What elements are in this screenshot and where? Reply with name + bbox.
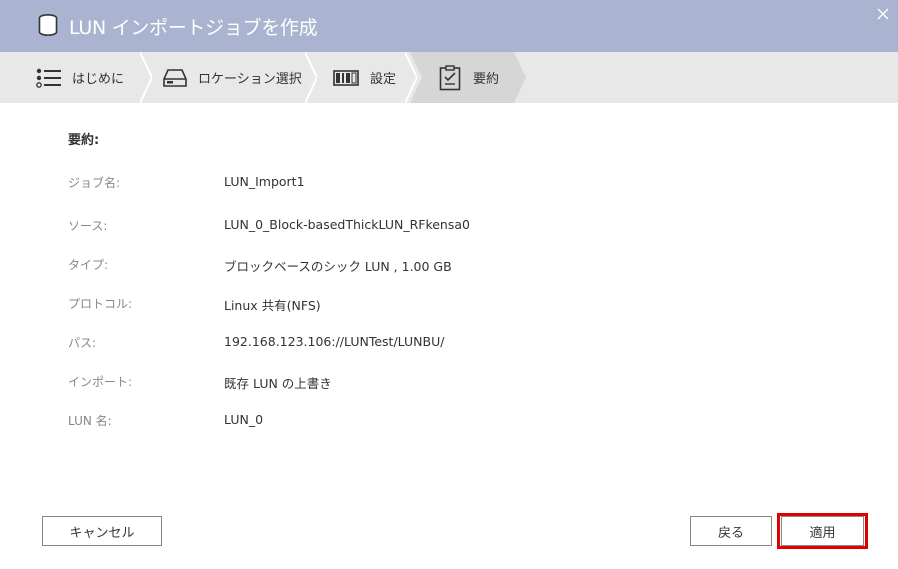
step-settings[interactable]: 設定 — [333, 52, 396, 103]
step-separator — [305, 52, 317, 103]
source-label: ソース: — [68, 219, 108, 233]
step-label: ロケーション選択 — [198, 72, 302, 87]
source-value: LUN_0_Block-basedThickLUN_RFkensa0 — [224, 217, 470, 232]
settings-icon — [333, 69, 359, 86]
database-icon — [38, 14, 58, 36]
back-button[interactable]: 戻る — [690, 516, 772, 546]
step-introduction[interactable]: はじめに — [36, 52, 124, 103]
step-label: はじめに — [72, 72, 125, 87]
path-value: 192.168.123.106://LUNTest/LUNBU/ — [224, 334, 445, 349]
protocol-label: プロトコル: — [68, 297, 133, 311]
step-label: 設定 — [370, 72, 397, 87]
cancel-button[interactable]: キャンセル — [42, 516, 162, 546]
step-separator — [405, 52, 417, 103]
list-icon — [36, 68, 61, 88]
clipboard-icon — [439, 64, 461, 90]
import-value: 既存 LUN の上書き — [224, 376, 332, 391]
step-location[interactable]: ロケーション選択 — [163, 52, 302, 103]
title-bar: LUN インポートジョブを作成 — [0, 0, 898, 52]
type-label: タイプ: — [68, 258, 109, 272]
summary-panel: 要約: ジョブ名: LUN_Import1 ソース: LUN_0_Block-b… — [0, 103, 898, 569]
job-name-value: LUN_Import1 — [224, 174, 305, 189]
apply-button[interactable]: 適用 — [781, 516, 864, 546]
summary-title: 要約: — [68, 133, 100, 148]
lun-name-label: LUN 名: — [68, 414, 112, 428]
path-label: パス: — [68, 336, 97, 350]
close-icon[interactable] — [876, 7, 890, 21]
window-title: LUN インポートジョブを作成 — [69, 17, 318, 39]
lun-name-value: LUN_0 — [224, 412, 264, 427]
step-summary[interactable]: 要約 — [439, 52, 499, 103]
step-separator — [140, 52, 152, 103]
drive-icon — [163, 68, 187, 87]
wizard-steps: はじめに ロケーション選択 設定 要約 — [0, 52, 898, 103]
step-label: 要約 — [473, 72, 500, 87]
job-name-label: ジョブ名: — [68, 176, 121, 190]
type-value: ブロックベースのシック LUN , 1.00 GB — [224, 259, 452, 274]
protocol-value: Linux 共有(NFS) — [224, 298, 321, 313]
import-label: インポート: — [68, 375, 133, 389]
